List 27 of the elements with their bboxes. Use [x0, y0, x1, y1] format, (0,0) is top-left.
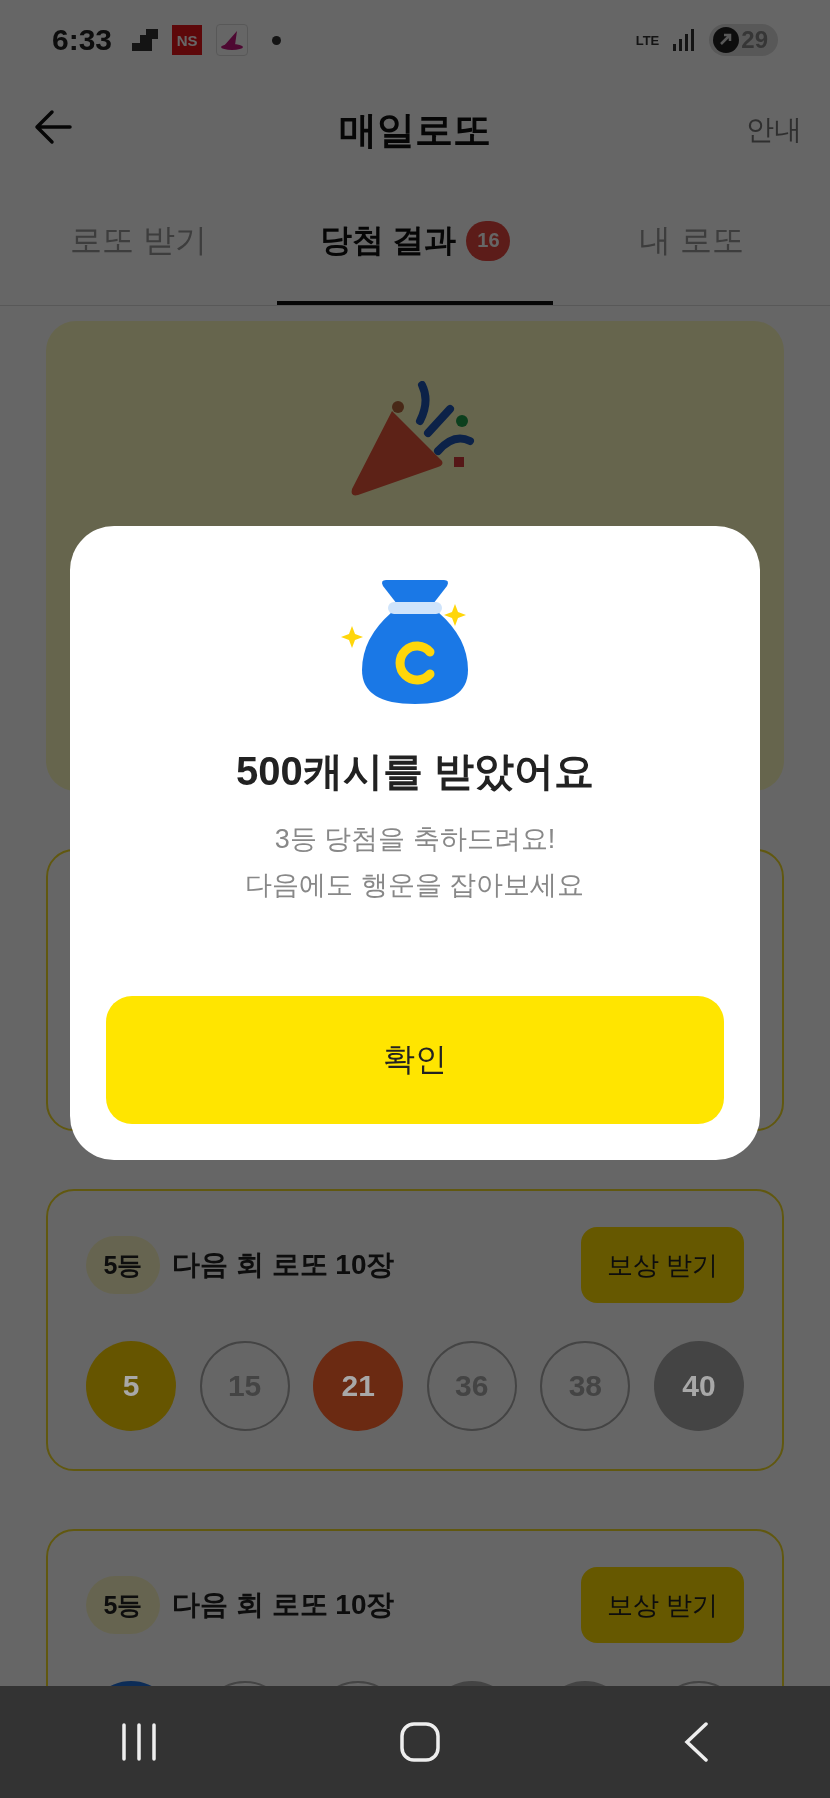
lotto-ball: 5	[86, 1341, 176, 1431]
back-arrow-icon[interactable]	[34, 108, 72, 146]
dialog-message: 3등 당첨을 축하드려요!	[274, 823, 556, 856]
prize-title: 다음 회 로또 10장	[172, 1588, 396, 1622]
recent-apps-icon[interactable]	[121, 1723, 158, 1761]
lotto-ball: 40	[653, 1341, 744, 1431]
count-badge: 16	[466, 220, 511, 261]
rank-badge: 5등	[86, 1236, 160, 1294]
confirm-button[interactable]: 확인	[106, 996, 724, 1124]
back-icon[interactable]	[682, 1722, 709, 1762]
signal-icon	[673, 29, 696, 51]
tab[interactable]: 당첨 결과 16	[276, 180, 554, 305]
home-icon[interactable]	[400, 1722, 440, 1762]
claim-reward-button[interactable]: 보상 받기	[580, 1227, 744, 1303]
more-notifications-icon	[272, 35, 282, 45]
hat-icon	[216, 24, 249, 56]
network-type: LTE	[635, 33, 660, 47]
lotto-ball: 21	[313, 1341, 404, 1431]
page-title: 매일로또	[339, 107, 491, 153]
claim-reward-button[interactable]: 보상 받기	[580, 1567, 744, 1643]
dialog-title: 500캐시를 받았어요	[236, 748, 594, 795]
rank-badge: 5등	[86, 1576, 160, 1634]
clock-time: 6:33	[52, 23, 113, 57]
app-notification-icon: NS	[172, 25, 203, 55]
dialog-message: 다음에도 행운을 잡아보세요	[245, 869, 585, 902]
prize-title: 다음 회 로또 10장	[172, 1248, 396, 1282]
steps-icon	[132, 29, 159, 51]
